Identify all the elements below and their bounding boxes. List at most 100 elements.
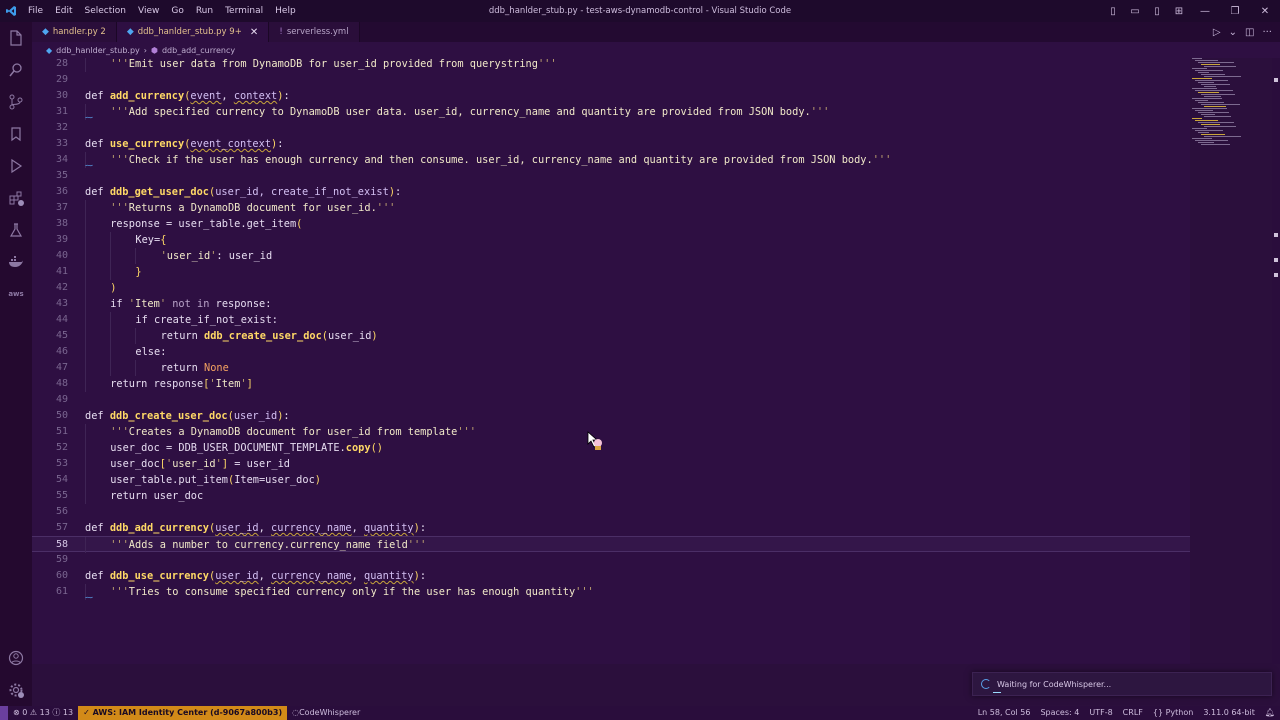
toggle-secondary-sidebar-icon[interactable]: ▯	[1146, 6, 1168, 17]
remote-indicator[interactable]	[0, 706, 8, 720]
code-line[interactable]: 43 if 'Item' not in response:	[32, 296, 1190, 312]
encoding[interactable]: UTF-8	[1084, 706, 1117, 720]
code-line[interactable]: 31 ⁓ '''Add specified currency to DynamoDB…	[32, 104, 1190, 122]
code-line[interactable]: 33 def use_currency(event_context):	[32, 136, 1190, 152]
extensions-icon[interactable]	[0, 182, 32, 214]
code-line[interactable]: 42)	[32, 280, 1190, 296]
aws-connection-status[interactable]: ✓ AWS: IAM Identity Center (d-9067a800b3…	[78, 706, 288, 720]
search-icon[interactable]	[0, 54, 32, 86]
chevron-down-icon[interactable]: ⌄	[1229, 27, 1237, 38]
code-text: def ddb_add_currency(user_id, currency_n…	[85, 522, 427, 534]
tab-0[interactable]: ◆ handler.py 2	[32, 22, 117, 42]
menu-run[interactable]: Run	[190, 0, 219, 22]
code-line[interactable]: 54 user_table.put_item(Item=user_doc)	[32, 472, 1190, 488]
settings-gear-icon[interactable]	[0, 674, 32, 706]
code-line[interactable]: 50 def ddb_create_user_doc(user_id):	[32, 408, 1190, 424]
end-of-line[interactable]: CRLF	[1118, 706, 1148, 720]
problems-indicator[interactable]: ⊗ 0 ⚠ 13 ⓘ 13	[8, 706, 78, 720]
code-line[interactable]: 47 return None	[32, 360, 1190, 376]
code-line[interactable]: 55 return user_doc	[32, 488, 1190, 504]
aws-toolkit-icon[interactable]: aws	[0, 278, 32, 310]
breadcrumb-file[interactable]: ddb_hanlder_stub.py	[56, 46, 140, 55]
source-control-icon[interactable]	[0, 86, 32, 118]
code-line[interactable]: 60 def ddb_use_currency(user_id, currency…	[32, 568, 1190, 584]
code-line[interactable]: 41}	[32, 264, 1190, 280]
line-number: 46	[55, 346, 68, 357]
bookmark-icon[interactable]	[0, 118, 32, 150]
code-text: user_doc['user_id'] = user_id	[110, 458, 291, 470]
code-text: def ddb_create_user_doc(user_id):	[85, 410, 290, 422]
code-line[interactable]: 36 def ddb_get_user_doc(user_id, create_i…	[32, 184, 1190, 200]
code-line[interactable]: 56	[32, 504, 1190, 520]
python-interpreter[interactable]: 3.11.0 64-bit	[1198, 706, 1260, 720]
code-line[interactable]: 53 user_doc['user_id'] = user_id	[32, 456, 1190, 472]
codewhisperer-status[interactable]: ◌CodeWhisperer	[287, 706, 365, 720]
minimap[interactable]	[1192, 58, 1270, 148]
code-line[interactable]: 40 'user_id': user_id	[32, 248, 1190, 264]
code-line[interactable]: 29	[32, 72, 1190, 88]
yaml-file-icon: !	[279, 27, 283, 37]
code-line[interactable]: 28 '''Emit user data from DynamoDB for us…	[32, 58, 1190, 72]
code-line[interactable]: 44 if create_if_not_exist:	[32, 312, 1190, 328]
code-text: def ddb_use_currency(user_id, currency_n…	[85, 570, 427, 582]
line-number: 49	[55, 394, 68, 405]
code-line[interactable]: 38 response = user_table.get_item(	[32, 216, 1190, 232]
code-text: 'user_id': user_id	[160, 250, 273, 262]
code-line[interactable]: 52 user_doc = DDB_USER_DOCUMENT_TEMPLATE.…	[32, 440, 1190, 456]
indentation[interactable]: Spaces: 4	[1035, 706, 1084, 720]
menu-file[interactable]: File	[22, 0, 49, 22]
run-icon[interactable]: ▷	[1213, 27, 1221, 38]
code-line[interactable]: 61 ⁓ '''Tries to consume specified currenc…	[32, 584, 1190, 602]
code-line[interactable]: 45 return ddb_create_user_doc(user_id)	[32, 328, 1190, 344]
explorer-icon[interactable]	[0, 22, 32, 54]
code-line[interactable]: 46 else:	[32, 344, 1190, 360]
minimize-button[interactable]: —	[1190, 6, 1220, 17]
code-line[interactable]: 30 def add_currency(event, context):	[32, 88, 1190, 104]
menu-go[interactable]: Go	[165, 0, 189, 22]
code-line[interactable]: 58 '''Adds a number to currency.currency_…	[32, 536, 1190, 553]
breadcrumb-symbol[interactable]: ddb_add_currency	[162, 46, 235, 55]
code-editor[interactable]: 28 '''Emit user data from DynamoDB for us…	[32, 58, 1190, 664]
split-editor-icon[interactable]: ◫	[1245, 27, 1254, 38]
close-tab-icon[interactable]: ✕	[250, 27, 258, 38]
breadcrumb: ◆ ddb_hanlder_stub.py › ⬢ ddb_add_curren…	[32, 42, 1280, 58]
layout-icon[interactable]: ⊞	[1168, 6, 1190, 17]
loading-spinner-icon	[981, 679, 991, 689]
code-line[interactable]: 34 ⁓ '''Check if the user has enough curre…	[32, 152, 1190, 170]
account-icon[interactable]	[0, 642, 32, 674]
code-line[interactable]: 59	[32, 552, 1190, 568]
line-number: 33	[55, 138, 68, 149]
cursor-position[interactable]: Ln 58, Col 56	[973, 706, 1036, 720]
tab-1[interactable]: ◆ ddb_hanlder_stub.py 9+ ✕	[116, 22, 270, 42]
restore-button[interactable]: ❐	[1220, 6, 1250, 17]
run-debug-icon[interactable]	[0, 150, 32, 182]
code-line[interactable]: 49	[32, 392, 1190, 408]
menu-help[interactable]: Help	[269, 0, 302, 22]
code-text: user_doc = DDB_USER_DOCUMENT_TEMPLATE.co…	[110, 442, 383, 454]
code-line[interactable]: 39 Key={	[32, 232, 1190, 248]
notifications-bell-icon[interactable]: 🔔︎	[1260, 706, 1280, 720]
tab-2[interactable]: ! serverless.yml	[269, 22, 360, 42]
menu-view[interactable]: View	[132, 0, 165, 22]
code-line[interactable]: 51 '''Creates a DynamoDB document for use…	[32, 424, 1190, 440]
code-line[interactable]: 32	[32, 120, 1190, 136]
code-line[interactable]: 48 return response['Item']	[32, 376, 1190, 392]
more-actions-icon[interactable]: ···	[1262, 27, 1272, 38]
code-line[interactable]: 35	[32, 168, 1190, 184]
check-icon: ✓	[83, 708, 90, 717]
line-number: 39	[55, 234, 68, 245]
editor-scrollbar[interactable]	[1272, 58, 1280, 664]
code-text: if create_if_not_exist:	[135, 314, 278, 326]
toggle-sidebar-icon[interactable]: ▯	[1102, 6, 1124, 17]
code-line[interactable]: 37 '''Returns a DynamoDB document for use…	[32, 200, 1190, 216]
menu-edit[interactable]: Edit	[49, 0, 78, 22]
close-window-button[interactable]: ✕	[1250, 6, 1280, 17]
toggle-panel-icon[interactable]: ▭	[1124, 6, 1146, 17]
docker-icon[interactable]	[0, 246, 32, 278]
vscode-logo-icon[interactable]	[0, 0, 22, 22]
menu-selection[interactable]: Selection	[79, 0, 132, 22]
language-mode[interactable]: {} Python	[1148, 706, 1198, 720]
testing-icon[interactable]	[0, 214, 32, 246]
code-line[interactable]: 57 def ddb_add_currency(user_id, currency…	[32, 520, 1190, 536]
menu-terminal[interactable]: Terminal	[219, 0, 269, 22]
